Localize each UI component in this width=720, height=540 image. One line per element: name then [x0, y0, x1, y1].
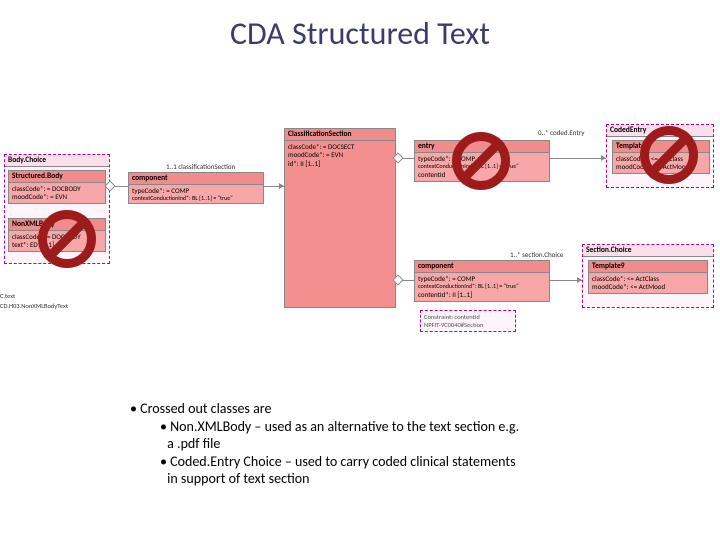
note-2a: • Non.XMLBody – used as an alternative t…: [130, 418, 670, 436]
label-cdid: CD.H03.NonXMLBodyText: [0, 302, 68, 310]
classification-l3: id*: II [1..1]: [288, 160, 392, 168]
structuredbody-body: classCode*: = DOCBODY moodCode*: = EVN: [9, 183, 105, 204]
arrow-1: [279, 183, 284, 189]
classification-body: classCode*: = DOCSECT moodCode*: = EVN i…: [285, 141, 395, 170]
arrow-3: [577, 277, 582, 283]
structuredbody-box: Structured.Body classCode*: = DOCBODY mo…: [8, 170, 106, 204]
constraint-box: Constraint: contentId NPFIT-9C0040#Secti…: [420, 310, 516, 332]
label-classsect: 1..1 classificationSection: [166, 162, 235, 171]
prohibit-icon-1: [38, 210, 96, 268]
component1-l2: contextConductionInd*: BL [1..1] = "true…: [132, 195, 260, 202]
component2-box: component typeCode*: = COMP contextCondu…: [414, 260, 550, 302]
arrow-2: [601, 155, 606, 161]
note-3b: in support of text section: [130, 470, 670, 488]
notes-block: • Crossed out classes are • Non.XMLBody …: [130, 400, 670, 488]
note-2b: a .pdf file: [130, 435, 670, 453]
slide-title: CDA Structured Text: [0, 0, 720, 53]
label-ctext: C.text: [0, 292, 15, 300]
template9-box: Template9 classCode*: <= ActClass moodCo…: [588, 260, 708, 294]
note-3a-text: Coded.Entry Choice – used to carry coded…: [170, 453, 515, 470]
label-codedentry: 0..* coded.Entry: [538, 128, 584, 137]
prohibit-icon-2: [452, 132, 510, 190]
uml-diagram: Body.Choice Structured.Body classCode*: …: [0, 110, 720, 390]
constraint-body: NPFIT-9C0040#Section: [424, 321, 512, 329]
constraint-hdr: Constraint: contentId: [424, 313, 512, 321]
note-2a-text: Non.XMLBody – used as an alternative to …: [170, 418, 519, 435]
note-3b-text: in support of text section: [167, 470, 309, 487]
component1-header: component: [129, 173, 263, 185]
note-1-text: Crossed out classes are: [140, 400, 271, 417]
template9-l2: moodCode*: <= ActMood: [592, 283, 704, 291]
note-1: • Crossed out classes are: [130, 400, 670, 418]
classification-header: ClassificationSection: [285, 129, 395, 141]
classification-box: ClassificationSection classCode*: = DOCS…: [284, 128, 396, 308]
line-4: [550, 158, 606, 159]
component2-body: typeCode*: = COMP contextConductionInd*:…: [415, 273, 549, 301]
component2-l3: contentId*: II [1..1]: [418, 291, 546, 299]
bodychoice-header: Body.Choice: [5, 155, 109, 167]
structuredbody-header: Structured.Body: [9, 171, 105, 183]
template9-header: Template9: [589, 261, 707, 273]
note-3a: • Coded.Entry Choice – used to carry cod…: [130, 453, 670, 471]
label-sectchoice: 1..* section.Choice: [510, 250, 563, 259]
component1-box: component typeCode*: = COMP contextCondu…: [128, 172, 264, 204]
note-2b-text: a .pdf file: [167, 435, 220, 452]
sectionchoice-header: Section.Choice: [583, 245, 713, 257]
structuredbody-l2: moodCode*: = EVN: [12, 193, 102, 201]
component1-body: typeCode*: = COMP contextConductionInd*:…: [129, 185, 263, 205]
prohibit-icon-3: [640, 126, 698, 184]
component2-header: component: [415, 261, 549, 273]
template9-body: classCode*: <= ActClass moodCode*: <= Ac…: [589, 273, 707, 294]
